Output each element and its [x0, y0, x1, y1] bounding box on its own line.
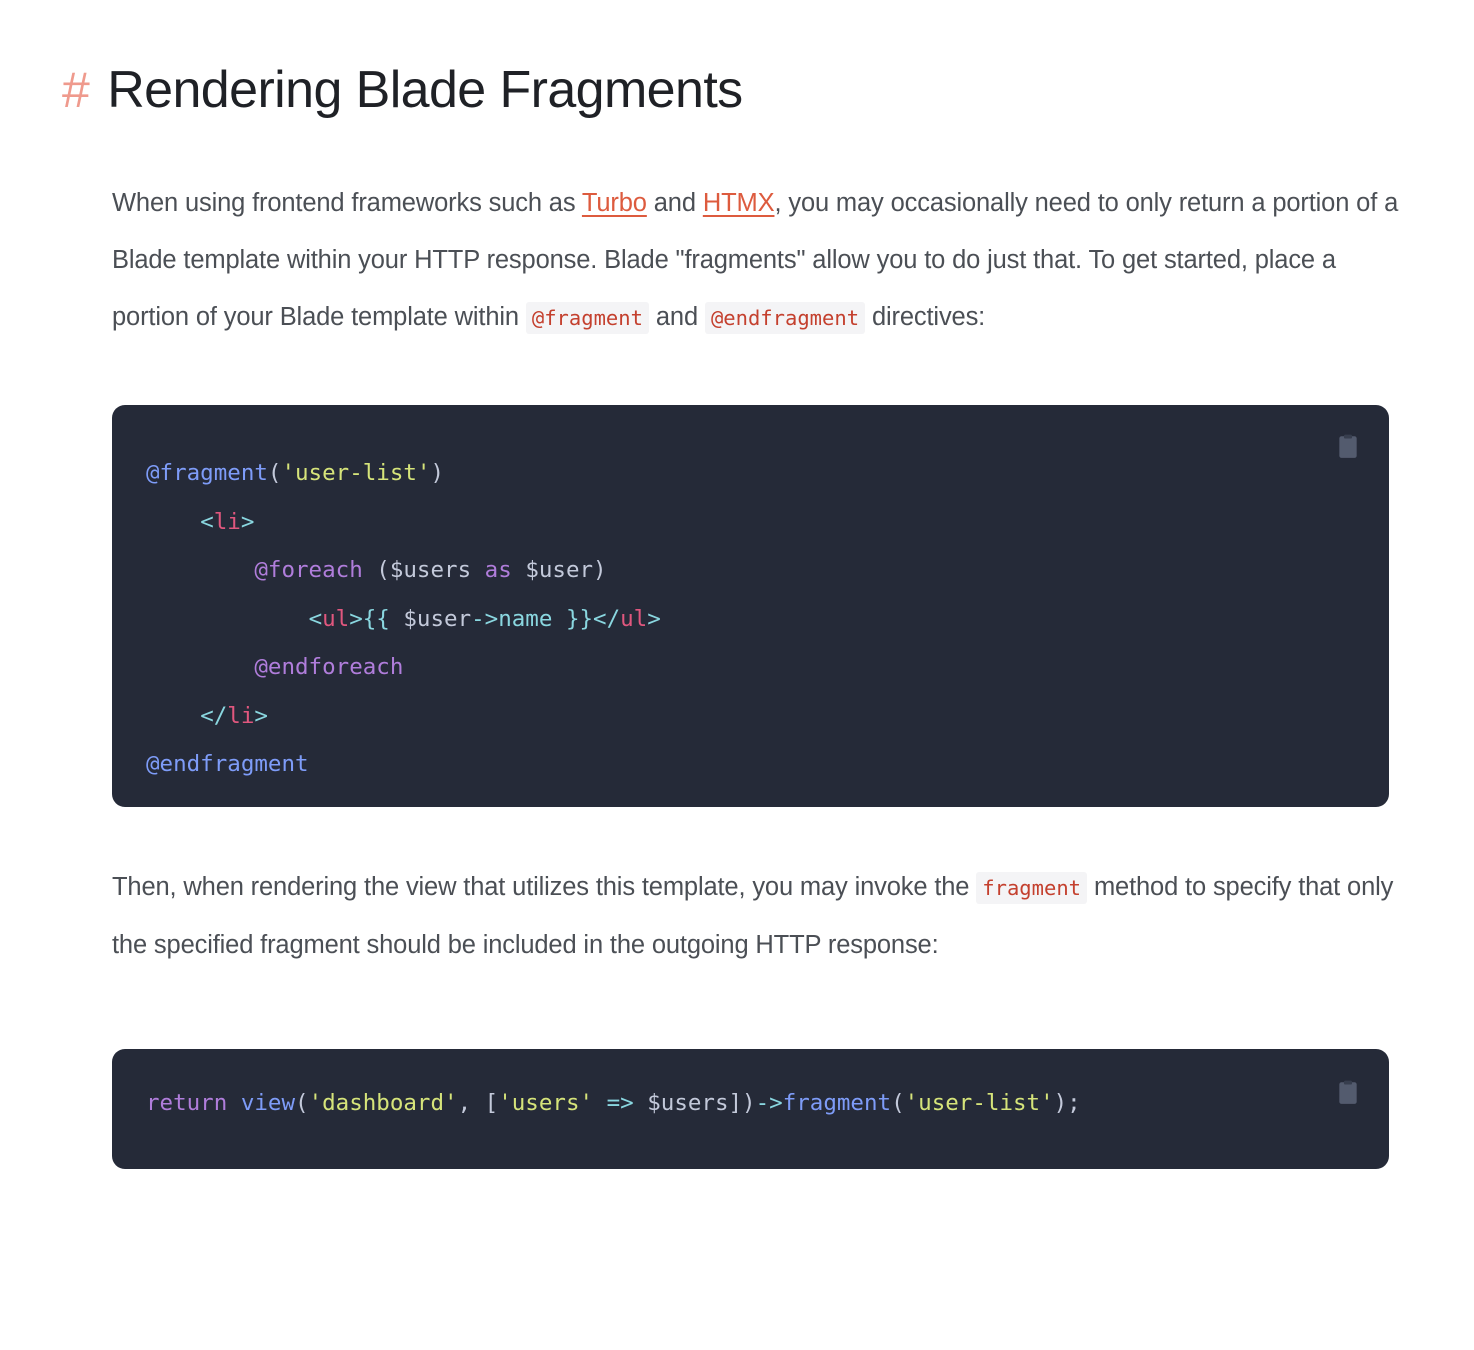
code-token: 'user-list' — [281, 460, 431, 487]
code-token: $user — [525, 557, 594, 584]
code-token: -> — [471, 605, 499, 632]
code-token: as — [484, 557, 512, 584]
page-title-text: Rendering Blade Fragments — [107, 61, 743, 119]
code-token: </ — [593, 605, 621, 632]
code-token: fragment — [782, 1090, 892, 1117]
prose-container: When using frontend frameworks such as T… — [0, 175, 1474, 347]
code-block-php-return: return view('dashboard', ['users' => $us… — [112, 1049, 1389, 1170]
paragraph-intro-seg1: When using frontend frameworks such as — [112, 189, 582, 218]
paragraph-fragment-method: Then, when rendering the view that utili… — [112, 859, 1402, 974]
code-token: }} — [565, 605, 594, 632]
heading-anchor-hash[interactable]: # — [62, 63, 90, 118]
code-token: {{ — [362, 605, 390, 632]
code-token: @endfragment — [146, 751, 309, 778]
code-token: ( — [891, 1090, 905, 1117]
code-token: 'user-list' — [904, 1090, 1054, 1117]
documentation-page: # Rendering Blade Fragments When using f… — [0, 0, 1474, 1350]
paragraph-intro: When using frontend frameworks such as T… — [112, 175, 1402, 347]
code-token: < — [308, 605, 323, 632]
code-line: @fragment('user-list') — [146, 449, 1349, 498]
code-token: view — [240, 1090, 296, 1117]
code-token: return — [146, 1090, 228, 1117]
code-token: @foreach — [254, 557, 363, 584]
code-token: 'users' — [498, 1090, 594, 1117]
code-token: ( — [362, 557, 390, 584]
code-token: => — [606, 1090, 634, 1117]
link-htmx[interactable]: HTMX — [703, 189, 775, 217]
clipboard-icon[interactable] — [1337, 433, 1359, 459]
code-token: @fragment — [146, 460, 268, 487]
paragraph-intro-seg2: and — [646, 189, 703, 218]
code-token: li — [213, 508, 241, 535]
code-line: </li> — [146, 692, 1349, 741]
prose-container-two: Then, when rendering the view that utili… — [0, 859, 1474, 974]
code-token: ( — [295, 1090, 309, 1117]
code-token: ) — [593, 557, 607, 584]
code-line: @foreach ($users as $user) — [146, 546, 1349, 595]
code-token: < — [200, 508, 214, 535]
code-token: $user — [403, 605, 472, 632]
code-token: ul — [620, 605, 648, 632]
code-content-php: return view('dashboard', ['users' => $us… — [146, 1079, 1081, 1128]
code-token: ]) — [728, 1090, 756, 1117]
code-token: > — [647, 605, 661, 632]
code-token: 'dashboard' — [308, 1090, 458, 1117]
code-content-blade: @fragment('user-list') <li> @foreach ($u… — [146, 449, 1349, 789]
code-token: @endforeach — [254, 654, 404, 681]
inline-code-endfragment-directive: @endfragment — [704, 302, 866, 335]
code-token: $users — [389, 557, 472, 584]
inline-code-fragment-method: fragment — [976, 872, 1088, 905]
code-token: li — [227, 702, 255, 729]
code-token: ); — [1053, 1090, 1081, 1117]
link-turbo[interactable]: Turbo — [582, 189, 647, 217]
code-line: return view('dashboard', ['users' => $us… — [146, 1079, 1081, 1128]
code-line: <ul>{{ $user->name }}</ul> — [146, 595, 1349, 644]
code-token: > — [349, 605, 363, 632]
code-token: $users — [647, 1090, 729, 1117]
code-line: @endfragment — [146, 740, 1349, 789]
code-token: > — [240, 508, 255, 535]
code-token: -> — [755, 1090, 783, 1117]
code-token: name — [498, 605, 553, 632]
code-token: ( — [267, 460, 282, 487]
code-token: , [ — [457, 1090, 499, 1117]
code-token: ) — [430, 460, 445, 487]
code-token: </ — [200, 702, 228, 729]
paragraph-two-seg1: Then, when rendering the view that utili… — [112, 873, 977, 902]
code-line: @endforeach — [146, 643, 1349, 692]
code-token: > — [254, 702, 268, 729]
paragraph-intro-seg4: and — [648, 303, 705, 332]
code-block-blade-fragment: @fragment('user-list') <li> @foreach ($u… — [112, 405, 1389, 808]
code-token: ul — [322, 605, 350, 632]
inline-code-fragment-directive: @fragment — [525, 302, 649, 335]
paragraph-intro-seg5: directives: — [865, 303, 986, 332]
code-line: <li> — [146, 498, 1349, 547]
clipboard-icon[interactable] — [1337, 1079, 1359, 1105]
page-title: # Rendering Blade Fragments — [0, 0, 1474, 119]
